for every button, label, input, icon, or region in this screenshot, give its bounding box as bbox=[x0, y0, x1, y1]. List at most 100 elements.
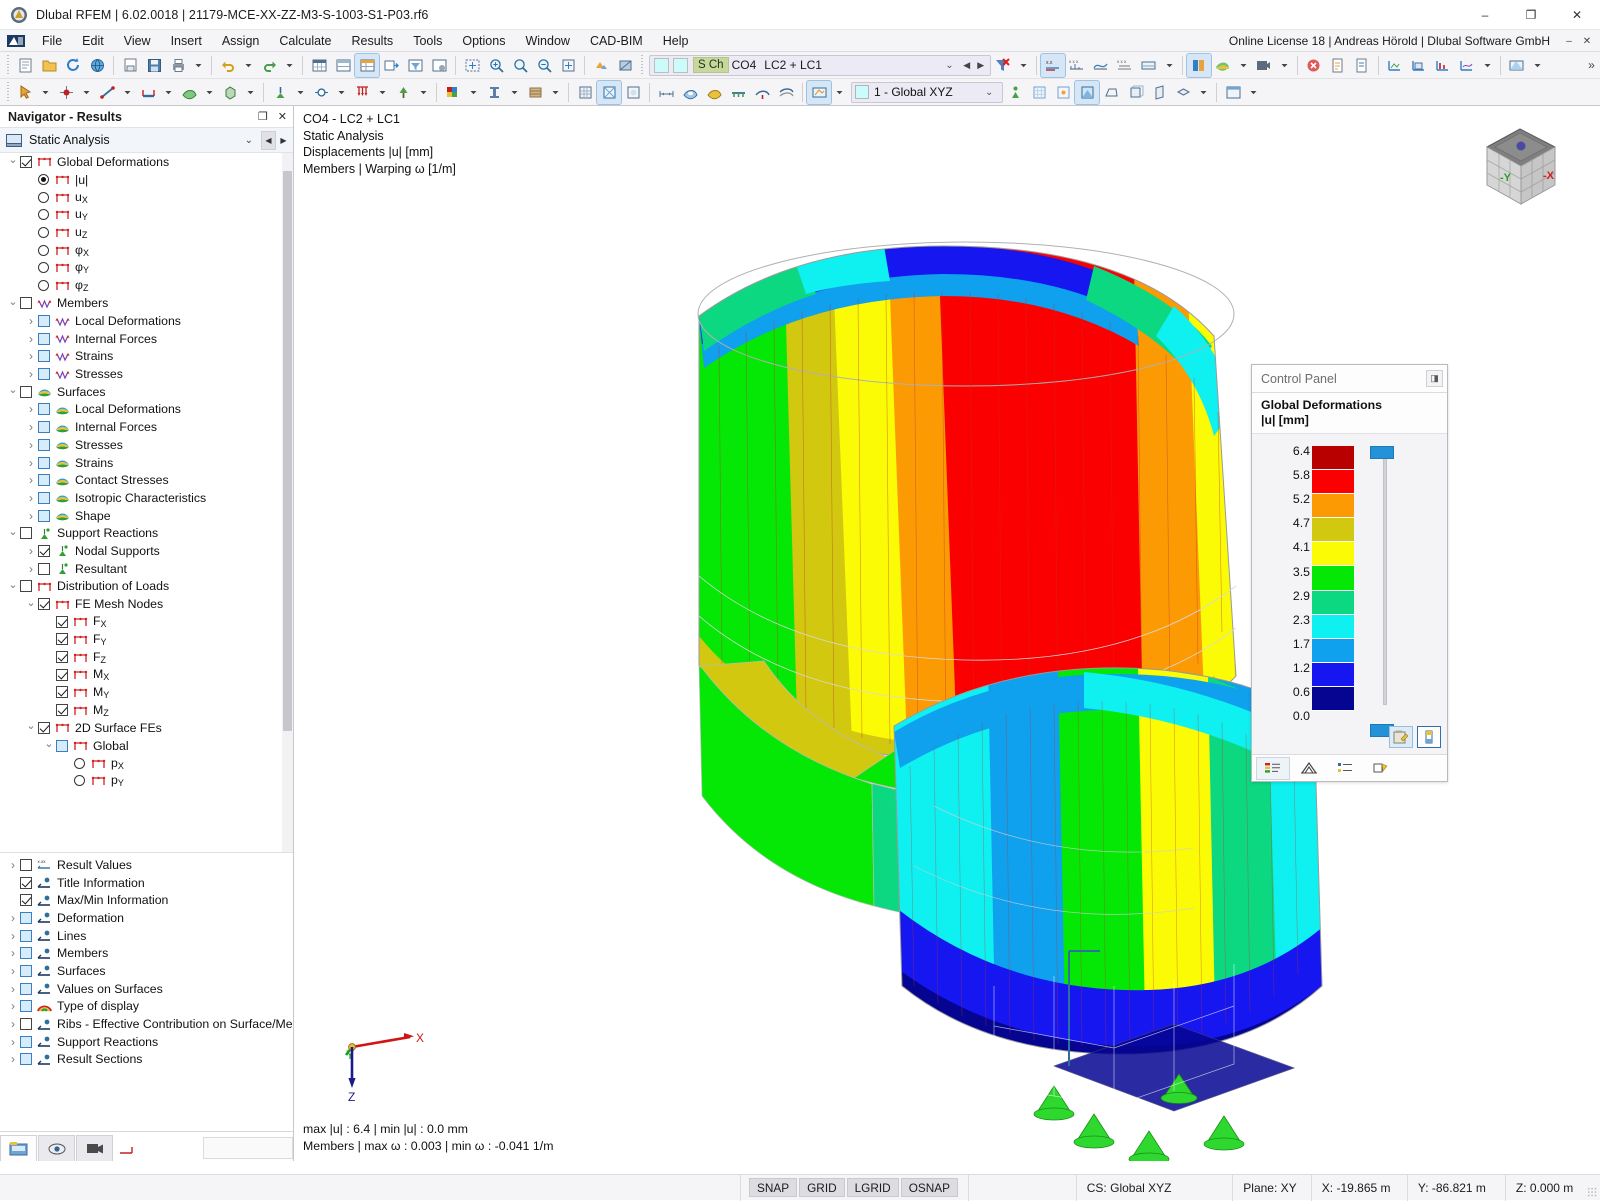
tree-expander-icon[interactable]: › bbox=[6, 1035, 20, 1049]
shading-icon[interactable] bbox=[613, 54, 637, 77]
legend-edit-button[interactable] bbox=[1389, 726, 1413, 748]
tree-checkbox[interactable] bbox=[20, 894, 32, 906]
table-filter-icon[interactable] bbox=[403, 54, 427, 77]
tree-checkbox[interactable] bbox=[38, 510, 50, 522]
tree-expander-icon[interactable]: › bbox=[6, 858, 20, 872]
refresh-icon[interactable] bbox=[61, 54, 85, 77]
tree-row[interactable]: MZ bbox=[0, 701, 293, 719]
tree-expander-icon[interactable]: ⌄ bbox=[6, 383, 20, 396]
tree-row[interactable]: ⌄ Global Deformations bbox=[0, 153, 293, 171]
hinge-caret-icon[interactable] bbox=[333, 81, 350, 104]
tree-expander-icon[interactable]: › bbox=[24, 562, 38, 576]
tree-expander-icon[interactable]: › bbox=[24, 332, 38, 346]
tab-color-spectrum[interactable] bbox=[1256, 757, 1290, 780]
tree-expander-icon[interactable]: › bbox=[24, 491, 38, 505]
table-view-2-icon[interactable] bbox=[331, 54, 355, 77]
tree-expander-icon[interactable]: › bbox=[6, 982, 20, 996]
table-view-icon[interactable] bbox=[307, 54, 331, 77]
select-objects-icon[interactable] bbox=[13, 81, 37, 104]
tree-row[interactable]: › Nodal Supports bbox=[0, 542, 293, 560]
maximize-button[interactable]: ❐ bbox=[1508, 0, 1554, 30]
legend-range-slider[interactable] bbox=[1380, 446, 1390, 711]
tree-expander-icon[interactable]: › bbox=[6, 946, 20, 960]
tree-expander-icon[interactable]: ⌄ bbox=[6, 295, 20, 308]
tree-row[interactable]: › Deformation bbox=[0, 909, 293, 927]
mesh-gen-3-icon[interactable] bbox=[621, 81, 645, 104]
model-3d-view[interactable]: CO4 - LC2 + LC1 Static Analysis Displace… bbox=[294, 106, 1600, 1161]
animation-icon[interactable] bbox=[1252, 54, 1276, 77]
toolbar-grip[interactable] bbox=[5, 55, 11, 75]
tree-checkbox[interactable] bbox=[38, 545, 50, 557]
tree-row[interactable]: › Stresses bbox=[0, 365, 293, 383]
tree-checkbox[interactable] bbox=[56, 651, 68, 663]
new-file-icon[interactable] bbox=[13, 54, 37, 77]
menu-assign[interactable]: Assign bbox=[212, 32, 270, 50]
tree-row[interactable]: ⌄ FE Mesh Nodes bbox=[0, 595, 293, 613]
print-options-caret-icon[interactable] bbox=[190, 54, 207, 77]
tree-expander-icon[interactable]: › bbox=[24, 544, 38, 558]
tree-row[interactable]: › Shape bbox=[0, 507, 293, 525]
surface-load-icon[interactable] bbox=[702, 81, 726, 104]
tree-checkbox[interactable] bbox=[38, 350, 50, 362]
doc-close-button[interactable]: ✕ bbox=[1578, 32, 1596, 50]
navigator-close-button[interactable]: ✕ bbox=[278, 110, 287, 123]
dimension-icon[interactable] bbox=[654, 81, 678, 104]
tab-display-factors[interactable] bbox=[1292, 757, 1326, 780]
tree-checkbox[interactable] bbox=[20, 1000, 32, 1012]
member-icon[interactable] bbox=[136, 81, 160, 104]
analysis-type-caret-icon[interactable]: ⌄ bbox=[237, 135, 261, 146]
tree-row[interactable]: φZ bbox=[0, 277, 293, 295]
tree-expander-icon[interactable]: › bbox=[6, 964, 20, 978]
load-create-icon[interactable] bbox=[350, 81, 374, 104]
tree-row[interactable]: Max/Min Information bbox=[0, 891, 293, 909]
tree-checkbox[interactable] bbox=[38, 439, 50, 451]
tree-expander-icon[interactable]: ⌄ bbox=[6, 153, 20, 166]
results-values-icon[interactable]: x.x bbox=[1041, 54, 1065, 77]
mesh-3-icon[interactable] bbox=[1431, 54, 1455, 77]
tree-scrollbar[interactable] bbox=[282, 153, 293, 852]
tree-row[interactable]: › Members bbox=[0, 944, 293, 962]
window-tile-icon[interactable] bbox=[1221, 81, 1245, 104]
line-support-icon[interactable] bbox=[726, 81, 750, 104]
surface-create-icon[interactable] bbox=[177, 81, 201, 104]
toolbar-grip-3[interactable] bbox=[5, 82, 11, 102]
tree-checkbox[interactable] bbox=[38, 315, 50, 327]
tree-checkbox[interactable] bbox=[38, 333, 50, 345]
tree-row[interactable]: › Local Deformations bbox=[0, 312, 293, 330]
menu-window[interactable]: Window bbox=[515, 32, 579, 50]
tree-checkbox[interactable] bbox=[20, 930, 32, 942]
tree-row[interactable]: MY bbox=[0, 684, 293, 702]
menu-file[interactable]: File bbox=[32, 32, 72, 50]
tree-checkbox[interactable] bbox=[38, 421, 50, 433]
render-quality-icon[interactable] bbox=[1075, 81, 1099, 104]
tree-expander-icon[interactable]: ⌄ bbox=[6, 525, 20, 538]
tree-expander-icon[interactable]: › bbox=[24, 438, 38, 452]
doc-minimize-button[interactable]: – bbox=[1560, 32, 1578, 50]
load-case-prev-button[interactable]: ◀ bbox=[960, 60, 974, 71]
tree-row[interactable]: uY bbox=[0, 206, 293, 224]
zoom-in-icon[interactable] bbox=[484, 54, 508, 77]
tree-row[interactable]: ⌄ Global bbox=[0, 737, 293, 755]
info-doc-icon[interactable] bbox=[1326, 54, 1350, 77]
section-icon[interactable] bbox=[482, 81, 506, 104]
tree-radio[interactable] bbox=[38, 192, 49, 203]
tree-row[interactable]: › Contact Stresses bbox=[0, 471, 293, 489]
tree-checkbox[interactable] bbox=[38, 403, 50, 415]
tree-row[interactable]: |u| bbox=[0, 171, 293, 189]
support-caret-icon[interactable] bbox=[292, 81, 309, 104]
surface-release-icon[interactable] bbox=[774, 81, 798, 104]
window-tile-caret-icon[interactable] bbox=[1245, 81, 1262, 104]
cs-person-icon[interactable] bbox=[1003, 81, 1027, 104]
zoom-all-icon[interactable] bbox=[508, 54, 532, 77]
tree-load-caret-icon[interactable] bbox=[415, 81, 432, 104]
load-create-caret-icon[interactable] bbox=[374, 81, 391, 104]
zoom-out-icon[interactable] bbox=[532, 54, 556, 77]
view-front-icon[interactable] bbox=[1123, 81, 1147, 104]
menu-edit[interactable]: Edit bbox=[72, 32, 114, 50]
table-settings-icon[interactable] bbox=[427, 54, 451, 77]
tree-checkbox[interactable] bbox=[56, 633, 68, 645]
navigator-restore-button[interactable]: ❐ bbox=[258, 110, 268, 123]
view-caret-icon[interactable] bbox=[1195, 81, 1212, 104]
tree-expander-icon[interactable]: ⌄ bbox=[24, 596, 38, 609]
grid-toggle-icon[interactable] bbox=[1027, 81, 1051, 104]
